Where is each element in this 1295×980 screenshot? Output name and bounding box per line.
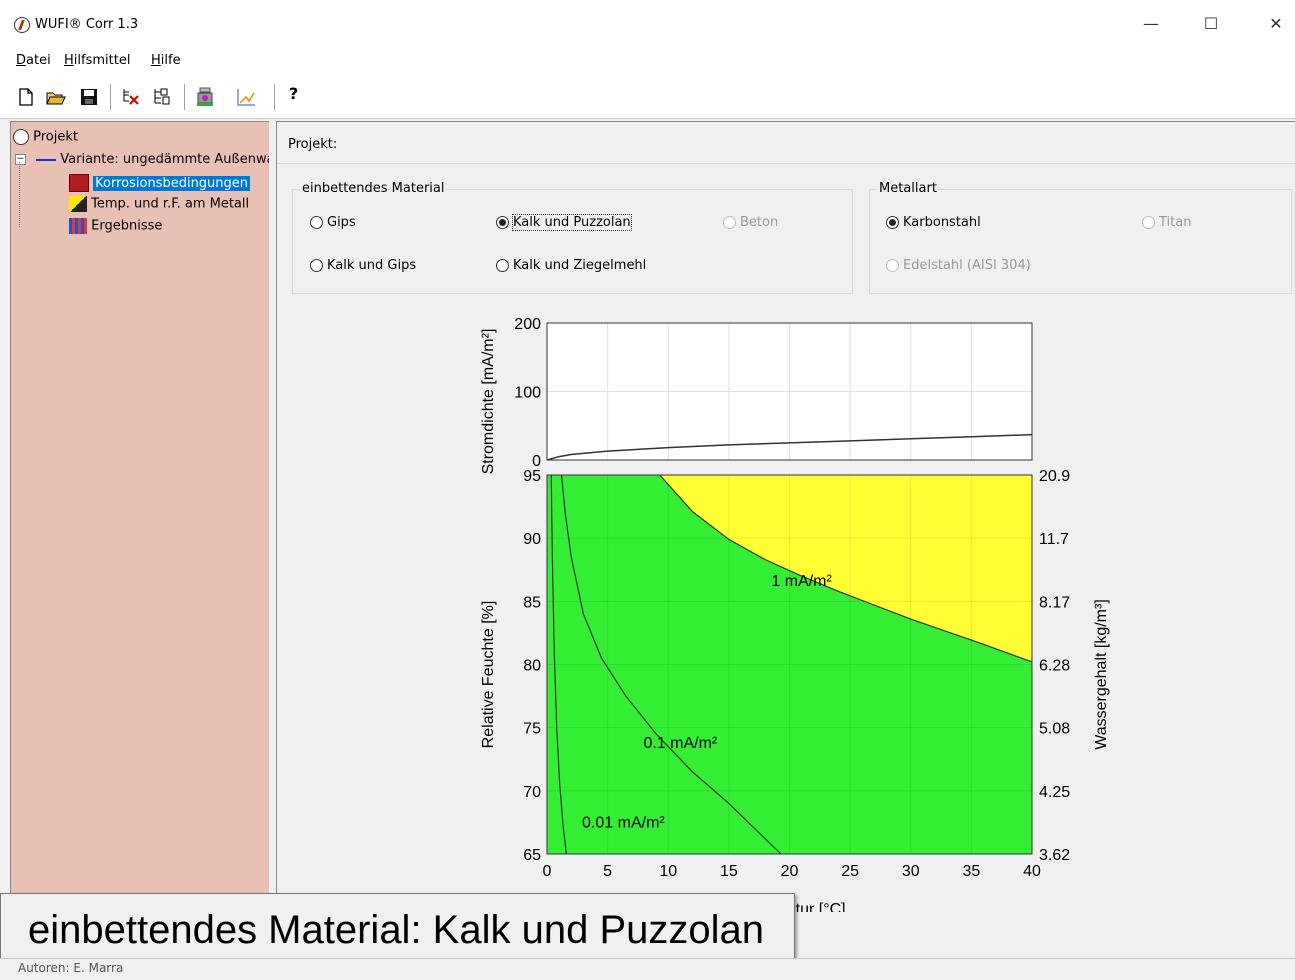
y-tick-label: 200 <box>514 316 541 333</box>
copy-variant-icon[interactable] <box>152 87 172 107</box>
right-y-axis-label: Wassergehalt [kg/m³] <box>1093 599 1110 750</box>
tree-connector <box>19 162 21 227</box>
y-tick-label: 90 <box>523 531 541 548</box>
help-icon[interactable]: ? <box>289 84 298 103</box>
tree-item-label: Projekt <box>33 129 78 145</box>
y2-tick-label: 4.25 <box>1039 784 1070 801</box>
contour-label: 0.01 mA/m² <box>582 814 665 831</box>
y-tick-label: 80 <box>523 658 541 675</box>
x-tick-label: 25 <box>841 863 859 880</box>
x-tick-label: 30 <box>902 863 920 880</box>
y-tick-label: 95 <box>523 468 541 485</box>
wufi-logo-icon <box>13 129 29 145</box>
project-tree: Projekt − Variante: ungedämmte Außenwand… <box>10 121 270 913</box>
results-grid-icon <box>69 218 87 234</box>
grid-icon <box>69 174 89 192</box>
menu-datei-label: atei <box>26 53 51 68</box>
save-icon[interactable] <box>79 87 99 107</box>
wufi-logo-icon <box>14 17 30 33</box>
bottom-y-axis-label: Relative Feuchte [%] <box>480 601 497 749</box>
tree-item-projekt[interactable]: Projekt <box>13 129 78 145</box>
splitter[interactable] <box>269 121 276 911</box>
main-panel: Projekt: einbettendes Material Gips Kalk… <box>276 121 1295 912</box>
calculate-icon[interactable] <box>195 87 215 107</box>
corrosion-chart: 0 100 200 Stromdichte [mA/m²] 1 mA/m² 0.1 mA/… <box>480 316 1110 912</box>
minimize-button[interactable]: — <box>1136 10 1166 38</box>
y2-tick-label: 11.7 <box>1039 531 1069 548</box>
delete-variant-icon[interactable] <box>121 87 141 107</box>
y2-tick-label: 6.28 <box>1039 658 1070 675</box>
y-tick-label: 70 <box>523 784 541 801</box>
y2-tick-label: 20.9 <box>1039 468 1070 485</box>
menu-bar: Datei Hilfsmittel Hilfe <box>0 48 1295 74</box>
y-tick-label: 100 <box>514 385 541 402</box>
x-tick-label: 0 <box>543 863 552 880</box>
menu-hilfe-label: ilfe <box>160 53 181 68</box>
tree-item-temp-rf[interactable]: Temp. und r.F. am Metall <box>69 196 249 212</box>
x-tick-label: 10 <box>659 863 677 880</box>
maximize-button[interactable]: ☐ <box>1196 10 1226 38</box>
x-tick-label: 35 <box>962 863 980 880</box>
status-text: Autoren: E. Marra <box>18 961 124 975</box>
top-y-axis-label: Stromdichte [mA/m²] <box>480 329 497 475</box>
menu-datei[interactable]: Datei <box>16 53 51 68</box>
y2-tick-label: 3.62 <box>1039 847 1070 864</box>
tree-item-ergebnisse[interactable]: Ergebnisse <box>69 218 162 234</box>
tree-item-label: Ergebnisse <box>91 218 163 234</box>
contour-label: 0.1 mA/m² <box>643 735 717 752</box>
toolbar: ? <box>0 74 1295 119</box>
tree-item-label: Korrosionsbedingungen <box>93 175 251 191</box>
y-tick-label: 85 <box>523 594 541 611</box>
menu-hilfsmittel[interactable]: Hilfsmittel <box>64 53 130 68</box>
tree-item-korrosionsbedingungen[interactable]: Korrosionsbedingungen <box>69 174 251 192</box>
menu-datei-accel: D <box>16 53 27 68</box>
tree-item-variant[interactable]: − Variante: ungedämmte Außenwand <box>15 152 270 167</box>
tree-item-label: Variante: ungedämmte Außenwand <box>60 152 270 167</box>
toolbar-separator <box>110 84 111 110</box>
tooltip-text: einbettendes Material: Kalk und Puzzolan <box>27 908 764 952</box>
contour-label: 1 mA/m² <box>771 573 832 590</box>
close-button[interactable]: ✕ <box>1261 10 1291 38</box>
window-title: WUFI® Corr 1.3 <box>35 17 139 32</box>
toolbar-separator <box>184 84 185 110</box>
x-tick-label: 15 <box>720 863 738 880</box>
y-tick-label: 65 <box>523 847 541 864</box>
tree-item-label: Temp. und r.F. am Metall <box>91 196 250 212</box>
menu-hilfe[interactable]: Hilfe <box>151 53 181 68</box>
variant-line-icon <box>36 158 57 161</box>
x-tick-label: 20 <box>781 863 799 880</box>
x-tick-label: 5 <box>603 863 612 880</box>
open-folder-icon[interactable] <box>46 87 66 107</box>
y2-tick-label: 8.17 <box>1039 594 1070 611</box>
chart-icon[interactable] <box>236 87 256 107</box>
menu-hilfsmittel-accel: H <box>64 53 74 68</box>
y2-tick-label: 5.08 <box>1039 721 1070 738</box>
title-bar: WUFI® Corr 1.3 — ☐ ✕ <box>0 0 1295 48</box>
toolbar-separator <box>274 84 275 110</box>
status-bar: Autoren: E. Marra <box>0 958 1295 980</box>
temperature-icon <box>69 196 87 212</box>
menu-hilfe-accel: H <box>151 53 161 68</box>
new-file-icon[interactable] <box>16 87 36 107</box>
x-tick-label: 40 <box>1023 863 1041 880</box>
tooltip: einbettendes Material: Kalk und Puzzolan <box>0 893 795 967</box>
y-tick-label: 75 <box>523 721 541 738</box>
menu-hilfsmittel-label: ilfsmittel <box>73 53 131 68</box>
